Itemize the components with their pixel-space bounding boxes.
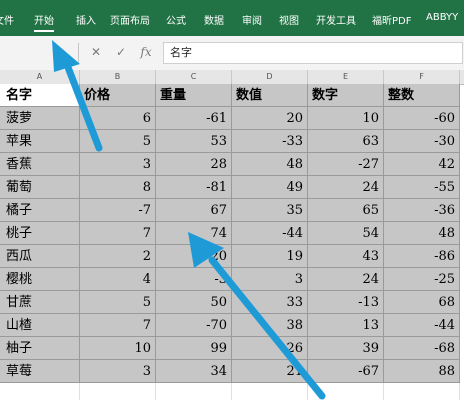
annotation-arrows: [52, 40, 326, 400]
arrow-head-home-tab: [52, 40, 80, 72]
arrow-to-home-tab: [62, 58, 103, 152]
annotation-arrow-group: [52, 40, 326, 400]
arrow-to-table: [208, 256, 326, 400]
